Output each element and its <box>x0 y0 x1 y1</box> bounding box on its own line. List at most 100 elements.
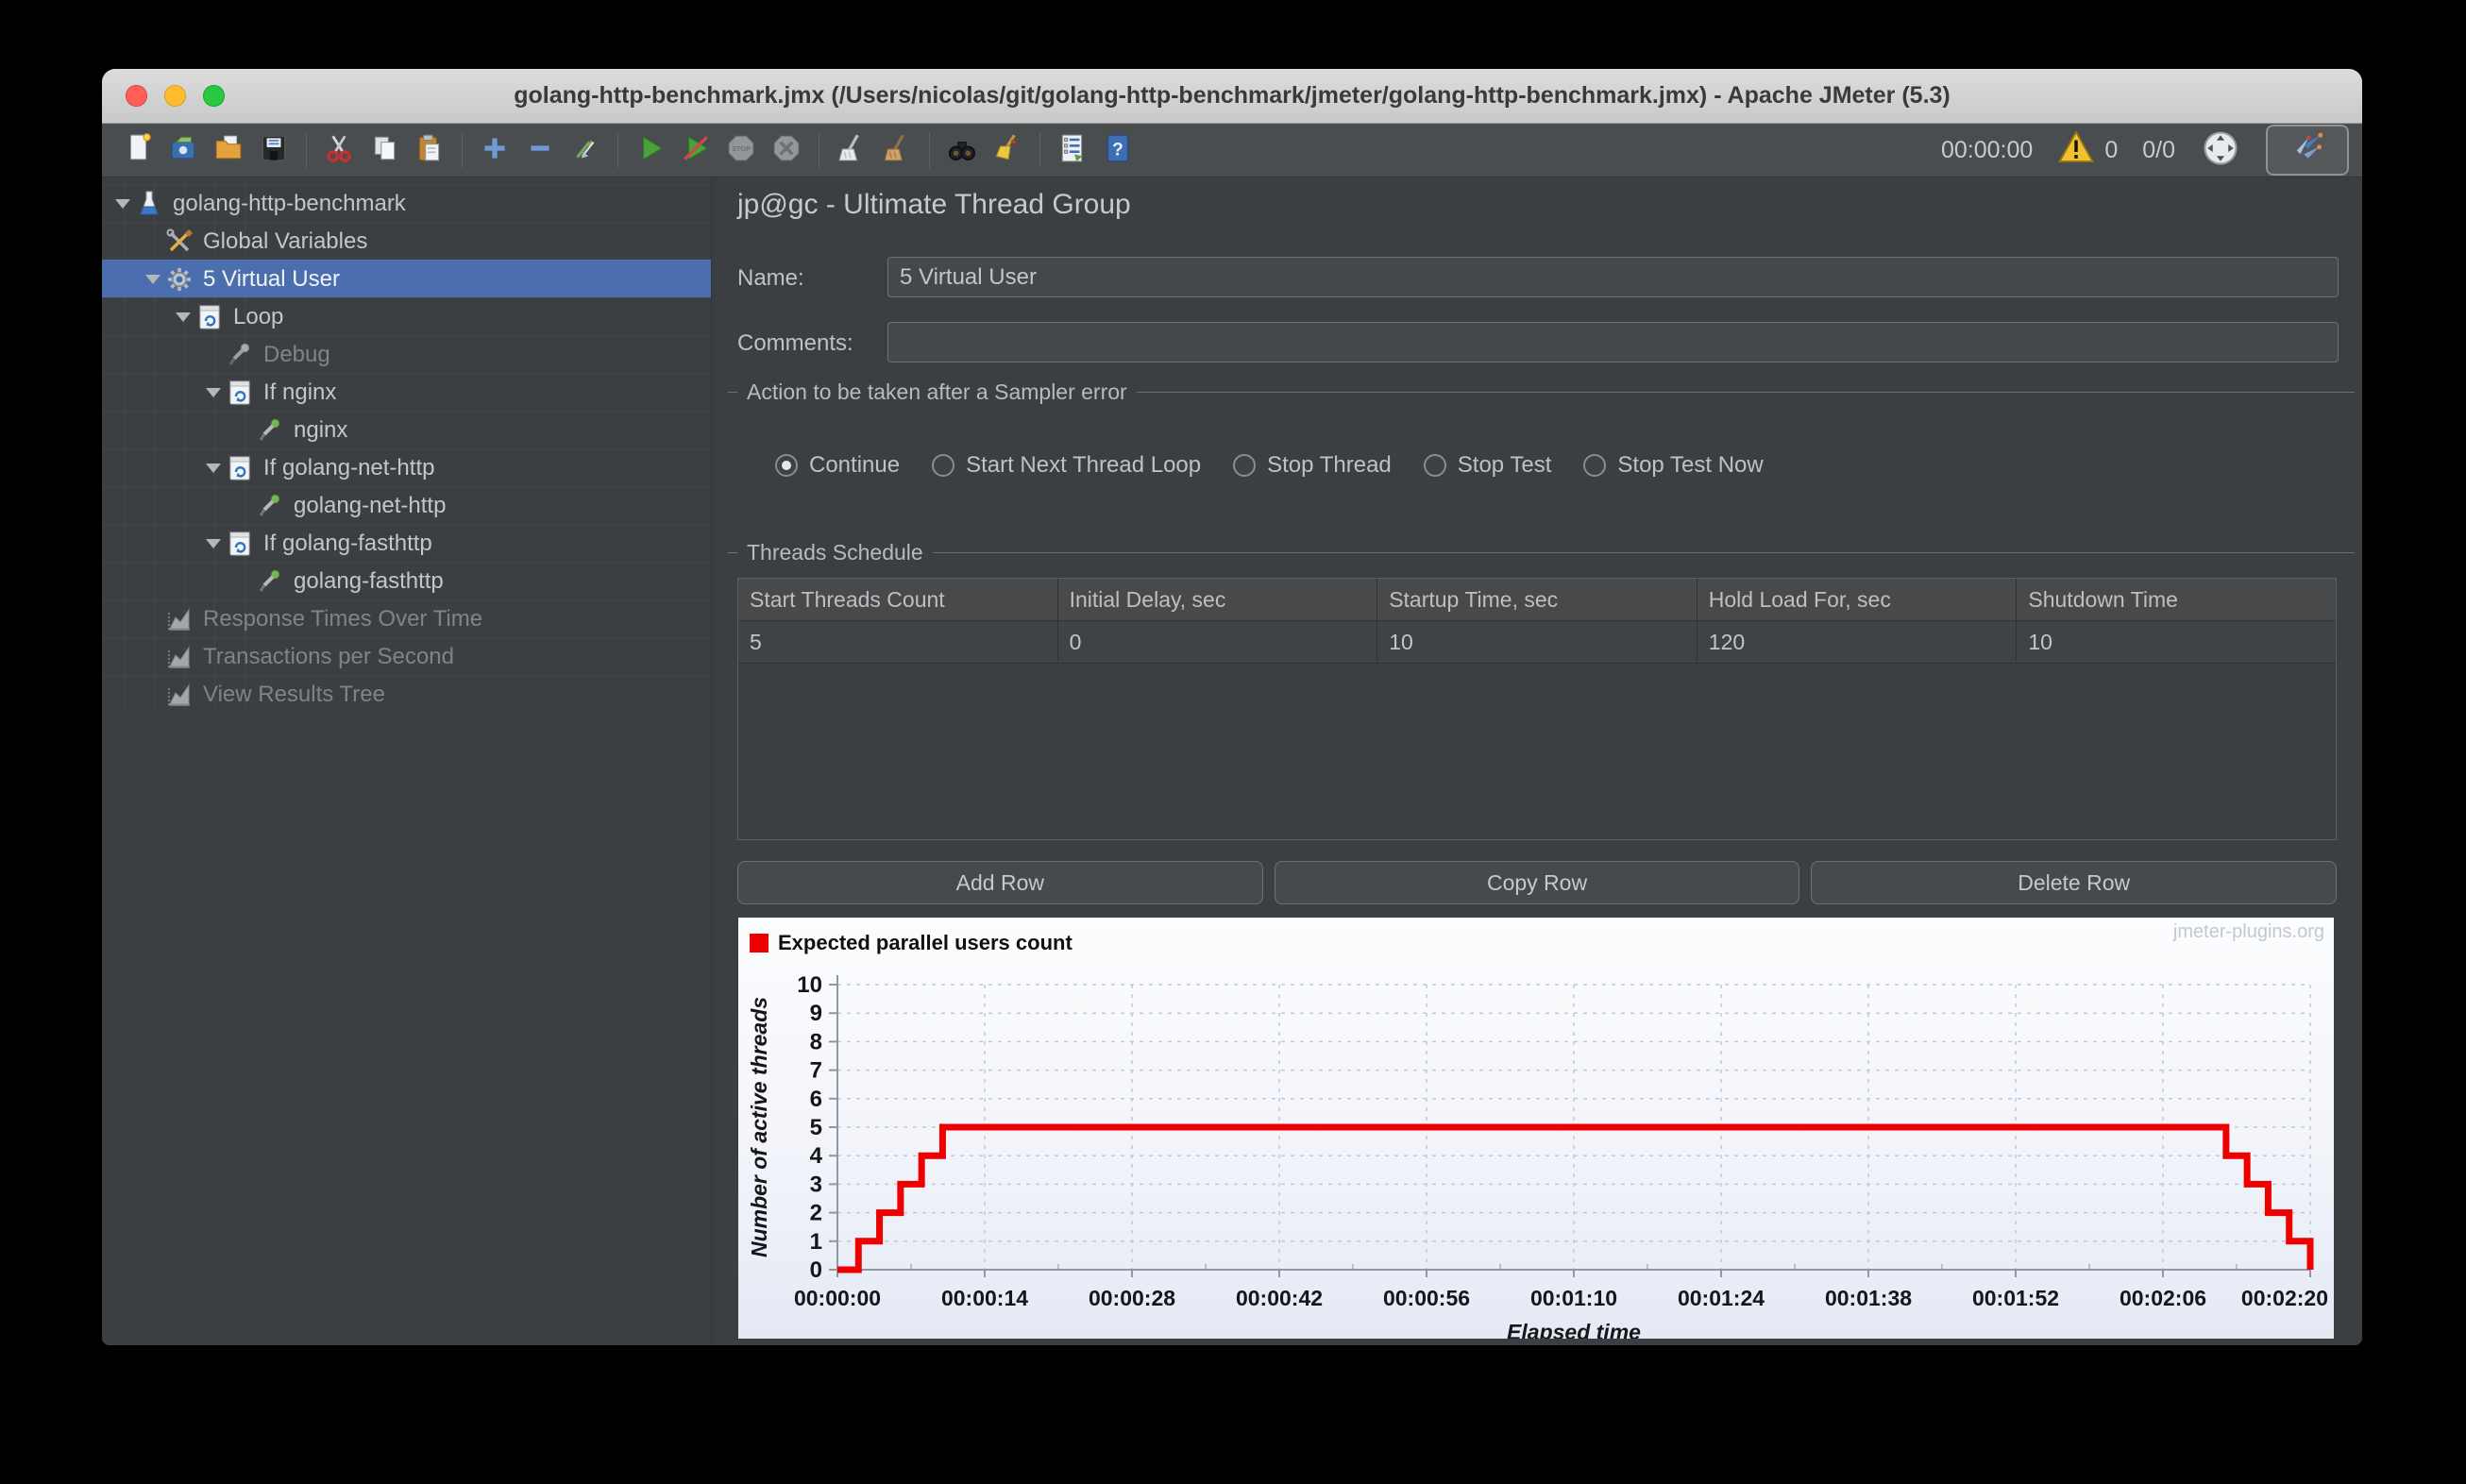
toolbar-start-no-timers-button[interactable] <box>673 128 718 172</box>
toolbar-clear-button[interactable] <box>829 128 874 172</box>
tree-item-global-variables[interactable]: Global Variables <box>102 222 711 260</box>
tree-item-golang-net-http[interactable]: golang-net-http <box>102 486 711 524</box>
svg-text:1: 1 <box>810 1229 822 1255</box>
table-cell[interactable]: 5 <box>738 621 1058 664</box>
toolbar-shutdown-button[interactable] <box>764 128 809 172</box>
tree-item-loop[interactable]: Loop <box>102 297 711 335</box>
tree-item-if-golang-net-http[interactable]: If golang-net-http <box>102 448 711 486</box>
window-title: golang-http-benchmark.jmx (/Users/nicola… <box>514 82 1951 109</box>
radio-stop-test-now[interactable]: Stop Test Now <box>1583 452 1764 479</box>
column-header[interactable]: Shutdown Time <box>2017 579 2336 621</box>
radio-label: Stop Test <box>1457 452 1552 478</box>
expander-arrow-icon[interactable] <box>206 387 221 397</box>
tree-item-5-virtual-user[interactable]: 5 Virtual User <box>102 260 711 297</box>
sampler-green-icon <box>255 491 285 521</box>
if-controller-icon <box>225 453 255 483</box>
radio-stop-thread[interactable]: Stop Thread <box>1233 452 1392 479</box>
warning-icon[interactable] <box>2057 128 2095 173</box>
thread-group-icon <box>164 264 194 295</box>
radio-circle-icon[interactable] <box>932 454 955 477</box>
toolbar-function-helper-button[interactable] <box>1050 128 1095 172</box>
tree-item-view-results-tree[interactable]: View Results Tree <box>102 675 711 713</box>
toolbar-stop-button[interactable]: STOP <box>718 128 764 172</box>
toolbar-toggle-button[interactable] <box>563 128 608 172</box>
toolbar-collapse-all-button[interactable] <box>517 128 563 172</box>
toolbar-expand-all-button[interactable] <box>472 128 517 172</box>
svg-text:5: 5 <box>810 1115 822 1140</box>
table-cell[interactable]: 10 <box>2017 621 2336 664</box>
tree-item-golang-fasthttp[interactable]: golang-fasthttp <box>102 562 711 599</box>
chart-watermark: jmeter-plugins.org <box>2172 921 2324 942</box>
radio-circle-icon[interactable] <box>1233 454 1257 477</box>
toolbar-start-button[interactable] <box>628 128 673 172</box>
toolbar-templates-button[interactable] <box>160 128 206 172</box>
toolbar-save-button[interactable] <box>251 128 296 172</box>
tree-item-label: If golang-fasthttp <box>263 530 432 556</box>
expander-arrow-icon[interactable] <box>115 198 130 209</box>
expander-arrow-icon[interactable] <box>176 312 191 322</box>
function-helper-icon <box>1056 132 1089 169</box>
row-buttons: Add Row Copy Row Delete Row <box>737 861 2338 904</box>
tree-item-transactions-per-second[interactable]: Transactions per Second <box>102 637 711 675</box>
radio-circle-icon[interactable] <box>1423 454 1446 477</box>
column-header[interactable]: Startup Time, sec <box>1377 579 1697 621</box>
tree-item-label: Transactions per Second <box>203 643 454 669</box>
open-icon <box>212 132 245 169</box>
radio-circle-icon[interactable] <box>775 454 798 477</box>
comments-input[interactable] <box>887 322 2339 363</box>
delete-row-button[interactable]: Delete Row <box>1811 861 2338 904</box>
radio-continue[interactable]: Continue <box>775 452 900 479</box>
column-header[interactable]: Start Threads Count <box>738 579 1058 621</box>
svg-text:00:01:24: 00:01:24 <box>1678 1286 1765 1310</box>
svg-text:0: 0 <box>810 1257 822 1283</box>
table-row: 5 0 10 120 10 <box>738 621 2336 664</box>
tree-item-golang-http-benchmark[interactable]: golang-http-benchmark <box>102 184 711 222</box>
expander-arrow-icon[interactable] <box>145 274 160 284</box>
listener-chart-icon <box>164 642 194 672</box>
radio-circle-icon[interactable] <box>1583 454 1607 477</box>
titlebar: golang-http-benchmark.jmx (/Users/nicola… <box>102 69 2362 124</box>
svg-text:00:00:56: 00:00:56 <box>1383 1286 1470 1310</box>
tree-item-if-nginx[interactable]: If nginx <box>102 373 711 411</box>
test-plan-icon <box>134 189 164 219</box>
svg-text:?: ? <box>1112 140 1123 160</box>
toolbar-cut-button[interactable] <box>316 128 362 172</box>
test-plan-tree: golang-http-benchmark Global Variables 5 V… <box>102 177 711 1345</box>
expander-arrow-icon[interactable] <box>206 538 221 548</box>
toolbar-help-button[interactable]: ? <box>1095 128 1140 172</box>
sampler-green-icon <box>255 415 285 446</box>
legend-label: Expected parallel users count <box>778 931 1073 954</box>
tree-item-debug[interactable]: Debug <box>102 335 711 373</box>
table-cell[interactable]: 0 <box>1057 621 1378 664</box>
help-icon: ? <box>1102 132 1134 169</box>
table-cell[interactable]: 120 <box>1697 621 2018 664</box>
table-cell[interactable]: 10 <box>1377 621 1697 664</box>
toolbar-separator <box>1039 132 1040 168</box>
copy-row-button[interactable]: Copy Row <box>1274 861 1800 904</box>
svg-text:7: 7 <box>810 1058 822 1084</box>
tree-item-if-golang-fasthttp[interactable]: If golang-fasthttp <box>102 524 711 562</box>
toolbar-search-button[interactable] <box>939 128 985 172</box>
tree-item-response-times-over-time[interactable]: Response Times Over Time <box>102 599 711 637</box>
toolbar-new-button[interactable] <box>115 128 160 172</box>
column-header[interactable]: Initial Delay, sec <box>1057 579 1378 621</box>
toolbar-paste-button[interactable] <box>407 128 452 172</box>
svg-text:Number of active threads: Number of active threads <box>747 997 771 1257</box>
expander-arrow-icon[interactable] <box>206 463 221 473</box>
radio-stop-test[interactable]: Stop Test <box>1423 452 1552 479</box>
svg-text:STOP: STOP <box>732 144 751 153</box>
toolbar-copy-button[interactable] <box>362 128 407 172</box>
svg-text:00:00:00: 00:00:00 <box>794 1286 881 1310</box>
tree-item-nginx[interactable]: nginx <box>102 411 711 448</box>
threads-schedule-table: Start Threads Count Initial Delay, sec Sta… <box>737 578 2337 840</box>
toolbar-search-reset-button[interactable] <box>985 128 1030 172</box>
name-input[interactable] <box>887 257 2339 297</box>
plugins-manager-button[interactable] <box>2266 125 2349 176</box>
add-row-button[interactable]: Add Row <box>737 861 1263 904</box>
sampler-gray-icon <box>225 340 255 370</box>
toolbar-clear-all-button[interactable] <box>874 128 920 172</box>
radio-start-next-thread-loop[interactable]: Start Next Thread Loop <box>932 452 1201 479</box>
column-header[interactable]: Hold Load For, sec <box>1697 579 2018 621</box>
toolbar-open-button[interactable] <box>206 128 251 172</box>
svg-text:6: 6 <box>810 1087 822 1112</box>
